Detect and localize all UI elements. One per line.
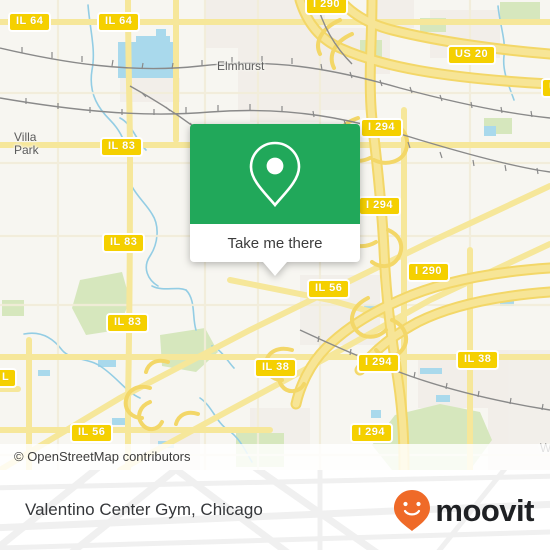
- road-shield: IL 64: [8, 12, 52, 32]
- callout-pin-area: [190, 124, 360, 224]
- destination-callout[interactable]: Take me there: [190, 124, 360, 276]
- moovit-map-card: .mw{stroke:#f3d768;stroke-linecap:round;…: [0, 0, 550, 550]
- road-shield: IL 56: [70, 423, 114, 443]
- location-pin-icon: [249, 141, 301, 208]
- take-me-there-button[interactable]: Take me there: [190, 224, 360, 262]
- place-label: Villa Park: [14, 131, 39, 157]
- map-canvas[interactable]: .mw{stroke:#f3d768;stroke-linecap:round;…: [0, 0, 550, 470]
- callout-tail: [263, 262, 287, 276]
- road-shield: US 20: [447, 45, 497, 65]
- road-shield: I 294: [357, 353, 400, 373]
- road-shield: IL 56: [307, 279, 351, 299]
- place-title: Valentino Center Gym, Chicago: [25, 500, 263, 519]
- road-shield: L: [0, 368, 18, 388]
- road-shield: I 294: [360, 118, 403, 138]
- road-shield: I 290: [407, 262, 450, 282]
- road-shield: IL 38: [456, 350, 500, 370]
- moovit-wordmark: moovit: [435, 492, 534, 528]
- map-attribution: © OpenStreetMap contributors: [0, 444, 550, 470]
- road-shield: US: [541, 78, 550, 98]
- road-shield: IL 83: [102, 233, 146, 253]
- road-shield: I 294: [350, 423, 393, 443]
- road-shield: I 294: [358, 196, 401, 216]
- place-label-line: Park: [14, 143, 39, 157]
- moovit-logo[interactable]: moovit: [392, 470, 534, 550]
- footer-bar: Valentino Center Gym, Chicago moovit: [0, 470, 550, 550]
- road-shield: IL 64: [97, 12, 141, 32]
- take-me-there-label: Take me there: [227, 234, 323, 252]
- road-shield: IL 83: [106, 313, 150, 333]
- place-label-line: Elmhurst: [217, 59, 265, 73]
- moovit-smiley-pin-icon: [394, 490, 431, 531]
- road-shield: IL 83: [100, 137, 144, 157]
- road-shield: IL 38: [254, 358, 298, 378]
- road-shield: I 290: [305, 0, 348, 15]
- place-label: Elmhurst: [217, 60, 264, 73]
